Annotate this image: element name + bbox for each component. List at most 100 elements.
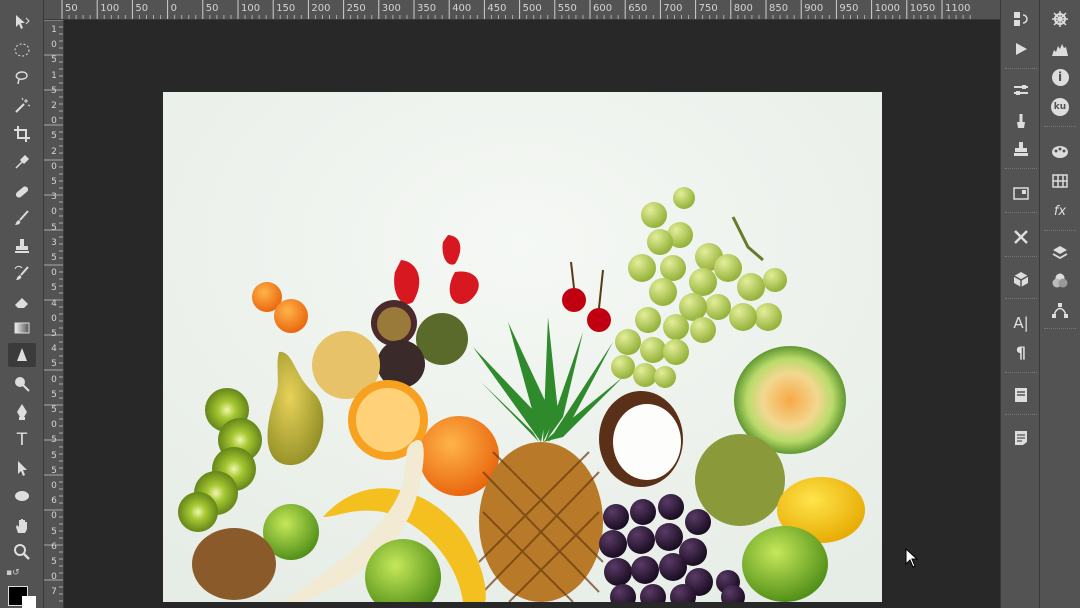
ruler-tick-label: 550 (557, 3, 577, 14)
marquee-tool-icon[interactable] (8, 38, 36, 62)
histogram-panel-icon[interactable] (1048, 38, 1072, 60)
history-panel-icon[interactable] (1009, 8, 1033, 30)
panel-separator (1044, 328, 1076, 330)
clone-source-panel-icon[interactable] (1009, 138, 1033, 160)
mouse-pointer-icon (905, 548, 919, 568)
dodge-tool-icon[interactable] (8, 372, 36, 396)
clone-stamp-tool-icon[interactable] (8, 234, 36, 258)
panel-separator (1005, 68, 1037, 70)
ruler-tick-label: 5 (51, 222, 57, 233)
ruler-tick-label: 600 (593, 3, 613, 14)
pen-tool-icon[interactable] (8, 400, 36, 424)
ruler-tick-label: 5 (51, 526, 57, 537)
ruler-tick-label: 100 (100, 3, 120, 14)
ruler-tick-label: 50 (135, 3, 149, 14)
hand-tool-icon[interactable] (8, 514, 36, 538)
kuler-panel-icon[interactable]: ku (1048, 96, 1072, 118)
channels-panel-icon[interactable] (1048, 270, 1072, 292)
ruler-tick-label: 3 (51, 237, 57, 248)
magic-wand-tool-icon[interactable] (8, 94, 36, 118)
ruler-tick-label: 0 (51, 572, 57, 583)
ruler-tick-label: 5 (51, 85, 57, 96)
panel-separator (1005, 212, 1037, 214)
actions-panel-icon[interactable] (1009, 38, 1033, 60)
paragraph-panel-icon[interactable]: ¶ (1009, 341, 1033, 363)
styles-panel-icon[interactable]: fx (1048, 200, 1072, 222)
eraser-tool-icon[interactable] (8, 290, 36, 314)
default-colors-icon[interactable]: ▪↺ (6, 568, 20, 578)
notes-panel-icon[interactable] (1009, 384, 1033, 406)
adjustments-panel-icon[interactable] (1009, 80, 1033, 102)
paths-panel-icon[interactable] (1048, 300, 1072, 322)
ruler-tick-label: 950 (839, 3, 859, 14)
lasso-tool-icon[interactable] (8, 66, 36, 90)
path-selection-tool-icon[interactable] (8, 456, 36, 480)
panel-separator (1005, 298, 1037, 300)
panel-separator (1044, 126, 1076, 128)
swatches-panel-icon[interactable] (1048, 170, 1072, 192)
ruler-tick-label: 5 (51, 435, 57, 446)
ruler-tick-label: 6 (51, 496, 57, 507)
ruler-tick-label: 5 (51, 450, 57, 461)
ruler-tick-label: 0 (51, 374, 57, 385)
history-brush-tool-icon[interactable] (8, 262, 36, 286)
fruit-photo (163, 92, 882, 602)
horizontal-ruler[interactable]: 50 100 50 0 50 100 150 200 250 300 350 400 450 500 550… (44, 0, 1000, 20)
gradient-tool-icon[interactable] (8, 316, 36, 340)
vertical-ruler[interactable]: 1 0 5 1 5 2 0 5 2 0 5 3 0 5 3 5 0 5 4 0 5 4 5 0 5 5 0 5 5 5 0 6 0 5 6 5 0 7 (44, 20, 64, 608)
type-tool-icon[interactable]: T (8, 428, 36, 452)
sharpen-tool-icon[interactable] (8, 343, 36, 367)
brush-tool-icon[interactable] (8, 206, 36, 230)
ruler-tick-label: 0 (51, 420, 57, 431)
eyedropper-tool-icon[interactable] (8, 150, 36, 174)
ruler-tick-label: 650 (628, 3, 648, 14)
tools-panel: T ▪↺ (0, 0, 44, 608)
zoom-tool-icon[interactable] (8, 540, 36, 564)
ruler-tick-label: 1100 (945, 3, 971, 14)
panel-separator (1005, 168, 1037, 170)
ruler-tick-label: 0 (51, 268, 57, 279)
ruler-tick-label: 5 (51, 131, 57, 142)
shape-tool-icon[interactable] (8, 484, 36, 508)
info-panel-glyph: i (1051, 68, 1069, 86)
layer-comps-panel-icon[interactable] (1009, 427, 1033, 449)
ruler-tick-label: 0 (51, 40, 57, 51)
character-panel-icon[interactable]: A| (1009, 312, 1033, 334)
ruler-tick-label: 5 (51, 389, 57, 400)
ruler-tick-label: 750 (698, 3, 718, 14)
crop-tool-icon[interactable] (8, 122, 36, 146)
ruler-tick-label: 800 (733, 3, 753, 14)
ruler-tick-label: 5 (51, 253, 57, 263)
ruler-tick-label: 5 (51, 329, 57, 339)
canvas-image[interactable] (163, 92, 882, 602)
kuler-panel-glyph: ku (1051, 98, 1069, 116)
ruler-tick-label: 1 (51, 70, 57, 81)
properties-panel-icon[interactable] (1009, 182, 1033, 204)
brush-presets-panel-icon[interactable] (1009, 110, 1033, 132)
healing-brush-tool-icon[interactable] (8, 180, 36, 204)
ruler-tick-label: 500 (522, 3, 542, 14)
layers-panel-icon[interactable] (1048, 242, 1072, 264)
panel-separator (1005, 372, 1037, 374)
ruler-tick-label: 0 (51, 207, 57, 218)
ruler-tick-label: 0 (51, 313, 57, 324)
navigator-panel-icon[interactable] (1048, 8, 1072, 30)
ruler-tick-label: 5 (51, 283, 57, 294)
color-panel-icon[interactable] (1048, 140, 1072, 162)
background-color-swatch[interactable] (22, 596, 36, 608)
ruler-tick-label: 450 (487, 3, 507, 14)
ruler-tick-label: 0 (170, 3, 177, 14)
info-panel-icon[interactable]: i (1048, 66, 1072, 88)
3d-panel-icon[interactable] (1009, 268, 1033, 290)
tool-presets-panel-icon[interactable] (1009, 226, 1033, 248)
ruler-tick-label: 5 (51, 557, 57, 567)
ruler-tick-label: 50 (205, 3, 219, 14)
ruler-tick-label: 700 (663, 3, 683, 14)
ruler-tick-label: 4 (51, 298, 57, 309)
ruler-tick-label: 400 (452, 3, 472, 14)
ruler-tick-label: 2 (51, 146, 57, 157)
move-tool-icon[interactable] (8, 10, 36, 34)
ruler-tick-label: 0 (51, 161, 57, 172)
panel-separator (1044, 230, 1076, 232)
panel-dock-collapsed: A| ¶ (1000, 0, 1040, 608)
